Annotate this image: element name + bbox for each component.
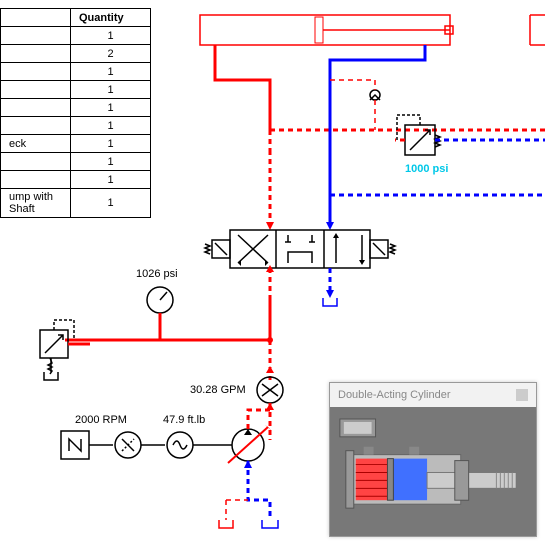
variable-pump-icon [228, 425, 272, 463]
table-row: 1 [1, 99, 151, 117]
setpoint-label: 1000 psi [405, 163, 448, 175]
pressure-gauge-label: 1026 psi [136, 268, 178, 280]
cylinder-cutaway-icon [330, 407, 536, 534]
table-row: 1 [1, 27, 151, 45]
table-row: 1 [1, 117, 151, 135]
table-row: 1 [1, 81, 151, 99]
table-row: 1 [1, 171, 151, 189]
flow-label: 30.28 GPM [190, 384, 246, 396]
table-row: 1 [1, 153, 151, 171]
bom-table: Quantity 1 2 1 1 1 1 eck1 1 1 ump with S… [0, 8, 151, 218]
coupling-icon [115, 432, 141, 458]
torque-label: 47.9 ft.lb [163, 414, 205, 426]
table-row: ump with Shaft1 [1, 189, 151, 218]
directional-control-valve-icon [205, 230, 395, 268]
shaft-sensor-icon [167, 432, 193, 458]
close-icon[interactable] [516, 389, 528, 401]
table-row: eck1 [1, 135, 151, 153]
preview-title: Double-Acting Cylinder [338, 389, 451, 401]
preview-header: Double-Acting Cylinder [330, 383, 536, 407]
preview-body [330, 407, 536, 534]
schematic-canvas[interactable]: Quantity 1 2 1 1 1 1 eck1 1 1 ump with S… [0, 0, 545, 545]
electric-motor-icon [61, 431, 89, 459]
relief-valve-right-icon [397, 115, 440, 155]
table-row: 2 [1, 45, 151, 63]
table-row: 1 [1, 63, 151, 81]
pressure-gauge-icon [147, 287, 173, 340]
rpm-label: 2000 RPM [75, 414, 127, 426]
bom-header-qty: Quantity [71, 9, 151, 27]
flow-meter-icon [257, 377, 283, 403]
bom-header-name [1, 9, 71, 27]
relief-valve-left-icon [40, 320, 74, 374]
cylinder-icon [200, 15, 453, 45]
check-valve-icon [370, 80, 380, 130]
component-preview-panel[interactable]: Double-Acting Cylinder [329, 382, 537, 537]
